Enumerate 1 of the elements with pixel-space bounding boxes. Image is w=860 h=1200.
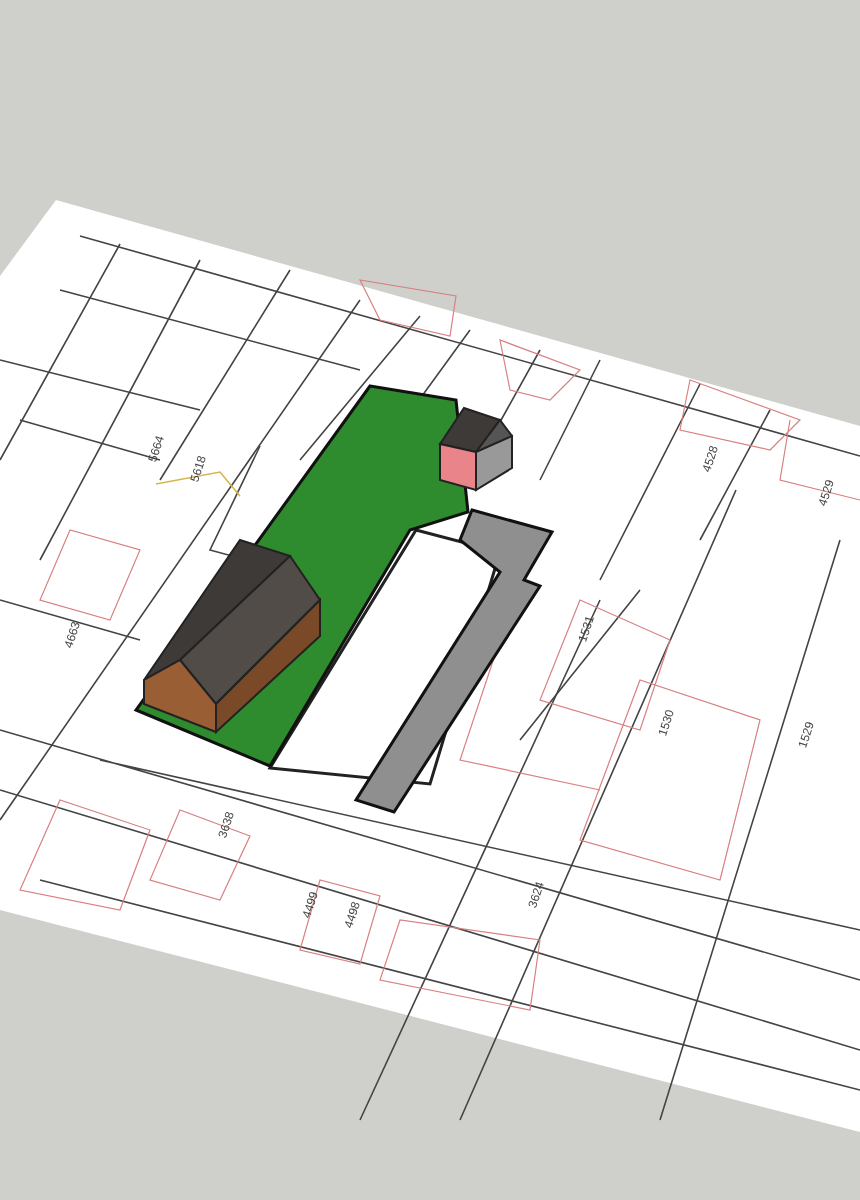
shed-drawing <box>438 406 514 492</box>
